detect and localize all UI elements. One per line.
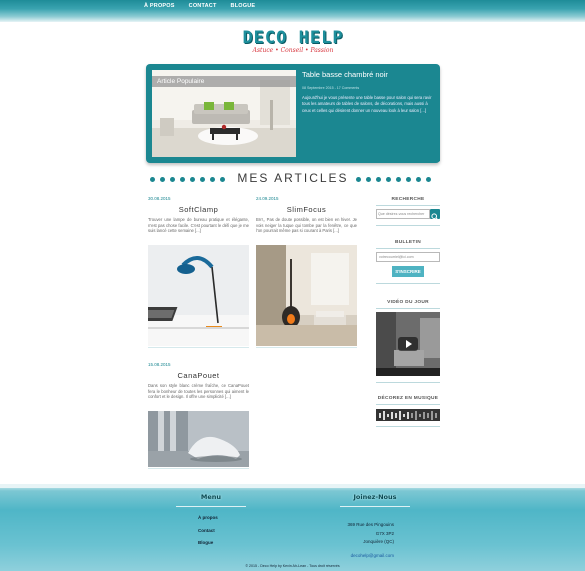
site-footer — [0, 484, 585, 571]
footer-address: 369 Rue des Pingouins G7X 3P2 Jonquière … — [300, 521, 394, 560]
article-title[interactable]: CanaPouet — [148, 371, 249, 380]
address-city: Jonquière (QC) — [363, 539, 394, 544]
nav-item-contact[interactable]: Contact — [189, 3, 217, 9]
fireplace-room-image — [256, 245, 357, 346]
featured-image[interactable]: Article Populaire — [152, 70, 296, 157]
featured-meta: 08 Septembre 2015 - 17 Comments — [302, 86, 360, 90]
article-divider — [148, 347, 249, 348]
logo-tagline: Astuce • Conseil • Passion — [252, 47, 334, 54]
section-dots-right — [356, 177, 431, 183]
nav-menu: À propos Contact Blogue — [144, 3, 255, 9]
search-form: Que désirez-vous rechercher — [376, 209, 440, 221]
footer-link-a-propos[interactable]: À propos — [198, 515, 218, 520]
article-card-slimfocus[interactable]: 24.09.2015 SlimFocus Brrr,, Pas de doute… — [256, 196, 357, 348]
divider — [376, 283, 440, 284]
sidebar-music-widget: DÉCOREZ EN MUSIQUE — [376, 396, 440, 430]
search-icon — [431, 213, 439, 221]
divider — [376, 382, 440, 383]
article-date: 24.09.2015 — [256, 196, 279, 201]
article-divider — [256, 347, 357, 348]
article-date: 30.08.2015 — [148, 196, 171, 201]
article-divider — [148, 468, 249, 469]
article-card-canapouet[interactable]: 15.08.2015 CanaPouet Dans son style blan… — [148, 362, 249, 469]
divider — [376, 308, 440, 309]
logo-title: DECO HELP — [242, 28, 344, 48]
featured-article[interactable]: Article Populaire Table basse chambré no… — [146, 64, 440, 163]
top-navigation: À propos Contact Blogue — [0, 0, 585, 22]
article-image[interactable] — [148, 245, 249, 346]
divider — [376, 404, 440, 405]
address-postal: G7X 3P2 — [375, 530, 394, 536]
nav-item-blogue[interactable]: Blogue — [231, 3, 256, 9]
play-icon[interactable] — [398, 337, 418, 351]
footer-email-link[interactable]: decohelp@gmail.com — [300, 552, 394, 561]
article-excerpt: Trouver une lampe de bureau pratique et … — [148, 217, 249, 234]
video-player[interactable] — [376, 312, 440, 376]
chair-image — [148, 411, 249, 467]
copyright-text: © 2015 - Deco Help by Kevin Ah-Lean - To… — [245, 564, 340, 568]
article-image[interactable] — [148, 411, 249, 467]
music-player[interactable] — [376, 408, 440, 421]
video-title: VIDÉO DU JOUR — [387, 300, 429, 305]
footer-top-band — [0, 484, 585, 488]
divider — [376, 426, 440, 427]
featured-scallop-edge — [146, 159, 440, 165]
site-logo[interactable]: DECO HELP Astuce • Conseil • Passion — [226, 28, 360, 54]
featured-description: Aujourd'hui je vous présente une table b… — [302, 95, 432, 113]
sidebar-video-widget: VIDÉO DU JOUR — [376, 300, 440, 386]
footer-menu-title: Menu — [200, 493, 222, 501]
article-card-softclamp[interactable]: 30.08.2015 SoftClamp Trouver une lampe d… — [148, 196, 249, 348]
search-button[interactable] — [430, 209, 440, 221]
footer-contact-title: Joinez-Nous — [353, 493, 397, 501]
section-dots-left — [150, 177, 225, 183]
divider — [376, 225, 440, 226]
footer-link-blogue[interactable]: Blogue — [198, 540, 218, 545]
nav-item-a-propos[interactable]: À propos — [144, 3, 175, 9]
address-street: 369 Rue des Pingouins — [347, 522, 394, 527]
featured-badge: Article Populaire — [152, 76, 296, 87]
article-title[interactable]: SoftClamp — [148, 205, 249, 214]
footer-menu-rule — [176, 506, 246, 507]
article-excerpt: Brrr,, Pas de doute possible, on est bie… — [256, 217, 357, 234]
featured-title[interactable]: Table basse chambré noir — [302, 70, 388, 79]
section-title: MES ARTICLES — [237, 171, 349, 185]
footer-contact-rule — [340, 506, 410, 507]
divider — [376, 205, 440, 206]
music-title: DÉCOREZ EN MUSIQUE — [377, 396, 439, 401]
subscribe-button[interactable]: S'INSCRIRE — [392, 266, 424, 277]
divider — [376, 248, 440, 249]
search-title: RECHERCHE — [391, 197, 425, 202]
lamp-image — [148, 245, 249, 346]
newsletter-email-field[interactable]: votrecourriel@ici.com — [376, 252, 440, 262]
audio-waveform — [376, 409, 440, 421]
sidebar-newsletter-widget: BULLETIN votrecourriel@ici.com S'INSCRIR… — [376, 240, 440, 287]
footer-link-contact[interactable]: Contact — [198, 528, 218, 533]
article-excerpt: Dans son style blanc crème fraîche, ce C… — [148, 383, 249, 400]
search-input[interactable]: Que désirez-vous rechercher — [376, 209, 430, 219]
sidebar-search-widget: RECHERCHE Que désirez-vous rechercher — [376, 197, 440, 229]
newsletter-title: BULLETIN — [394, 240, 422, 245]
footer-menu: À propos Contact Blogue — [198, 515, 218, 553]
article-title[interactable]: SlimFocus — [256, 205, 357, 214]
article-image[interactable] — [256, 245, 357, 346]
article-date: 15.08.2015 — [148, 362, 171, 367]
